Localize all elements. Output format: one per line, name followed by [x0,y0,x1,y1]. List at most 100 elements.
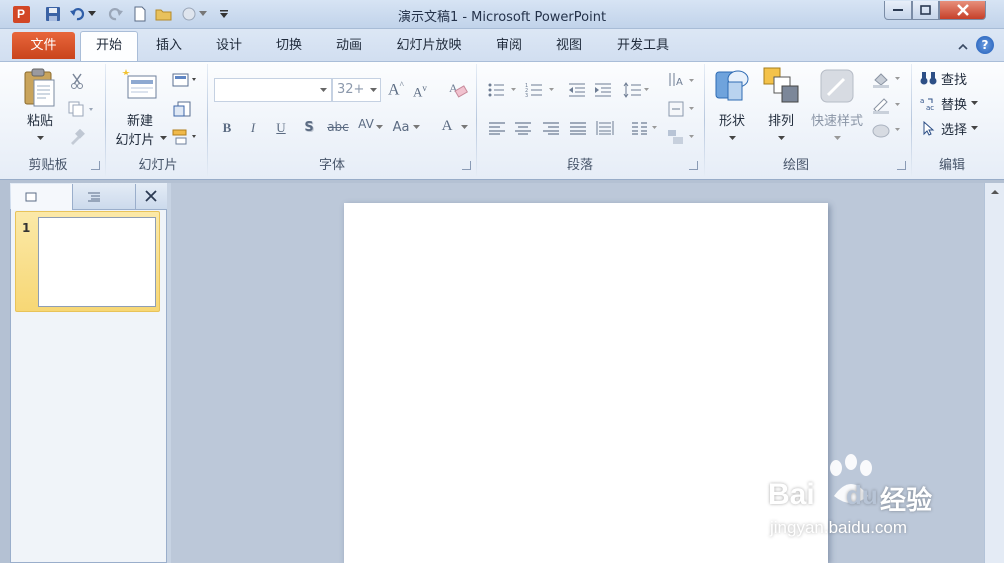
decrease-indent-icon[interactable] [566,80,588,100]
font-name-combo[interactable] [214,78,332,102]
slide-canvas[interactable] [344,203,828,563]
tab-file[interactable]: 文件 [12,32,75,59]
tab-developer[interactable]: 开发工具 [606,33,680,59]
arrange-icon[interactable] [762,66,802,104]
replace-dropdown-icon[interactable] [971,100,979,106]
tab-view[interactable]: 视图 [545,33,593,59]
new-slide-icon[interactable] [120,68,158,102]
maximize-button[interactable] [912,1,939,20]
clipboard-group-label: 剪贴板 [28,158,68,173]
copy-icon[interactable] [66,99,96,119]
tab-insert[interactable]: 插入 [145,33,193,59]
slides-tab[interactable] [11,184,73,210]
align-center-icon[interactable] [512,118,534,138]
format-painter-icon[interactable] [67,127,87,147]
close-pane-icon[interactable] [140,186,162,206]
font-size-dropdown-icon[interactable] [370,88,377,93]
clear-formatting-icon[interactable]: A [447,79,469,99]
bullets-icon[interactable] [486,80,522,100]
grow-font-button[interactable]: A^ [388,80,404,99]
paste-dropdown-icon[interactable] [33,131,47,145]
shapes-dropdown-icon[interactable] [726,133,738,143]
replace-button[interactable]: a ac 替换 [920,93,990,113]
tab-animations[interactable]: 动画 [325,33,373,59]
justify-icon[interactable] [567,118,589,138]
slide-thumbnail[interactable] [38,217,156,307]
new-slide-label-line1[interactable]: 新建 [118,110,162,129]
character-spacing-button[interactable]: AV [355,117,377,131]
layout-icon[interactable] [170,71,200,89]
shrink-font-button[interactable]: Av [413,83,427,100]
new-slide-dropdown-icon[interactable] [158,133,168,143]
replace-icon: aac [920,97,934,111]
increase-indent-icon[interactable] [592,80,614,100]
arrange-dropdown-icon[interactable] [775,133,787,143]
shape-outline-icon[interactable] [870,95,906,115]
text-shadow-button[interactable]: S [300,120,318,135]
font-name-dropdown-icon[interactable] [320,88,327,93]
tab-home[interactable]: 开始 [80,31,138,63]
group-divider [911,64,912,177]
minimize-ribbon-icon[interactable] [955,38,971,54]
align-right-icon[interactable] [540,118,562,138]
align-left-icon[interactable] [486,118,508,138]
smartart-icon[interactable] [666,127,696,147]
arrange-button[interactable]: 排列 [760,110,802,129]
bold-button[interactable]: B [218,120,236,136]
shape-fill-icon[interactable] [870,69,906,89]
tab-design[interactable]: 设计 [205,33,253,59]
quick-styles-icon[interactable] [818,67,856,105]
columns-icon[interactable] [630,118,660,138]
change-case-button[interactable]: Aa [390,120,412,135]
watermark-url: jingyan.baidu.com [770,518,908,537]
find-button[interactable]: 查找 [920,68,984,88]
italic-button[interactable]: I [244,120,262,136]
shapes-icon[interactable] [714,68,752,104]
line-spacing-icon[interactable] [622,80,652,100]
paste-button[interactable]: 粘贴 [20,110,60,129]
align-text-icon[interactable] [666,99,696,119]
case-dropdown-icon[interactable] [412,123,420,131]
close-window-button[interactable] [939,1,986,20]
underline-button[interactable]: U [272,120,290,136]
quick-styles-dropdown-icon[interactable] [831,133,843,143]
svg-text:a: a [920,97,924,105]
cut-icon[interactable] [67,71,87,91]
vertical-scrollbar[interactable] [984,183,1004,563]
new-slide-label-line2[interactable]: 幻灯片 [110,129,160,148]
shapes-button[interactable]: 形状 [712,110,752,129]
font-launcher-icon[interactable] [462,161,471,170]
minimize-button[interactable] [884,1,912,20]
drawing-launcher-icon[interactable] [897,161,906,170]
tab-review[interactable]: 审阅 [485,33,533,59]
paragraph-launcher-icon[interactable] [689,161,698,170]
font-color-button[interactable]: A [438,118,456,135]
tab-slideshow[interactable]: 幻灯片放映 [386,33,472,59]
cursor-arrow-icon [923,120,935,136]
slides-group-label: 幻灯片 [138,158,178,173]
section-icon[interactable] [170,127,200,147]
shape-effects-icon[interactable] [870,120,906,140]
scroll-up-icon[interactable] [988,185,1002,199]
select-button[interactable]: 选择 [920,118,990,138]
grow-font-label: A [388,81,400,99]
select-dropdown-icon[interactable] [971,125,979,131]
replace-label: 替换 [941,97,968,113]
distributed-icon[interactable] [594,118,616,138]
font-group-label: 字体 [318,158,345,173]
numbering-icon[interactable]: 123 [524,80,560,100]
group-divider [207,64,208,177]
reset-slide-icon[interactable] [170,99,194,119]
slides-tab-icon [25,192,36,202]
paste-icon[interactable] [22,68,56,108]
outline-tab[interactable] [73,184,136,210]
help-icon[interactable]: ? [976,36,994,54]
font-size-combo[interactable]: 32+ [332,78,381,102]
font-color-dropdown-icon[interactable] [460,123,468,131]
spacing-dropdown-icon[interactable] [375,123,383,131]
tab-transitions[interactable]: 切换 [265,33,313,59]
strikethrough-button[interactable]: abc [326,120,350,134]
text-direction-icon[interactable]: A [666,71,696,91]
quick-styles-button[interactable]: 快速样式 [806,110,868,129]
clipboard-launcher-icon[interactable] [91,161,100,170]
